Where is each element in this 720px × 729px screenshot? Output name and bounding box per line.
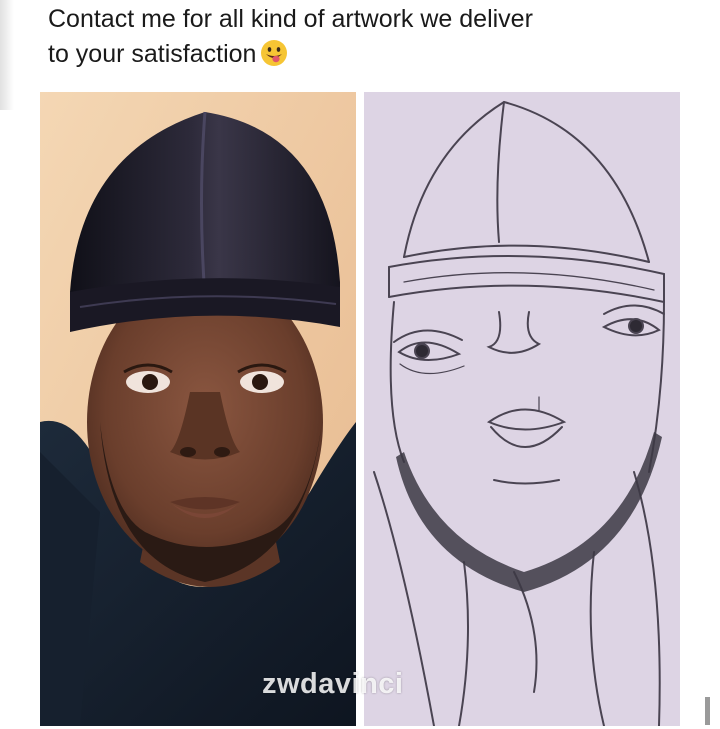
post-caption: Contact me for all kind of artwork we de… (48, 2, 688, 72)
pencil-sketch (364, 92, 680, 726)
pencil-sketch-illustration (364, 92, 680, 726)
caption-line-1: Contact me for all kind of artwork we de… (48, 5, 533, 33)
scroll-indicator (705, 697, 710, 725)
portrait-photo (40, 92, 356, 726)
edge-shadow (0, 0, 14, 110)
caption-line-2: to your satisfaction (48, 40, 257, 68)
caption-line-2-wrap: to your satisfaction (48, 37, 688, 72)
grinning-tongue-face-icon (261, 40, 288, 66)
portrait-photo-illustration (40, 92, 356, 726)
watermark: zwdavinci (262, 668, 404, 700)
